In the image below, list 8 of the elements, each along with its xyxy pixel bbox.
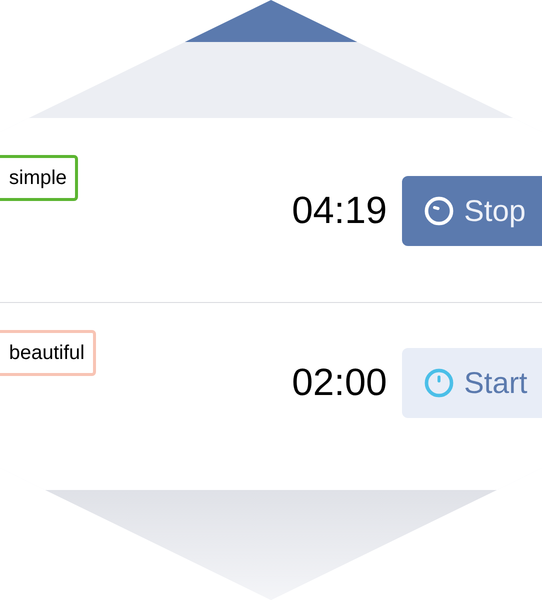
start-button[interactable]: Start <box>402 348 542 418</box>
timer-display: 04:19 <box>292 192 387 230</box>
tag-label: beautiful <box>0 330 96 376</box>
timer-display: 02:00 <box>292 364 387 402</box>
timer-icon <box>424 196 454 226</box>
stop-button[interactable]: Stop <box>402 176 542 246</box>
tag-label: simple <box>0 155 78 201</box>
timer-icon <box>424 368 454 398</box>
